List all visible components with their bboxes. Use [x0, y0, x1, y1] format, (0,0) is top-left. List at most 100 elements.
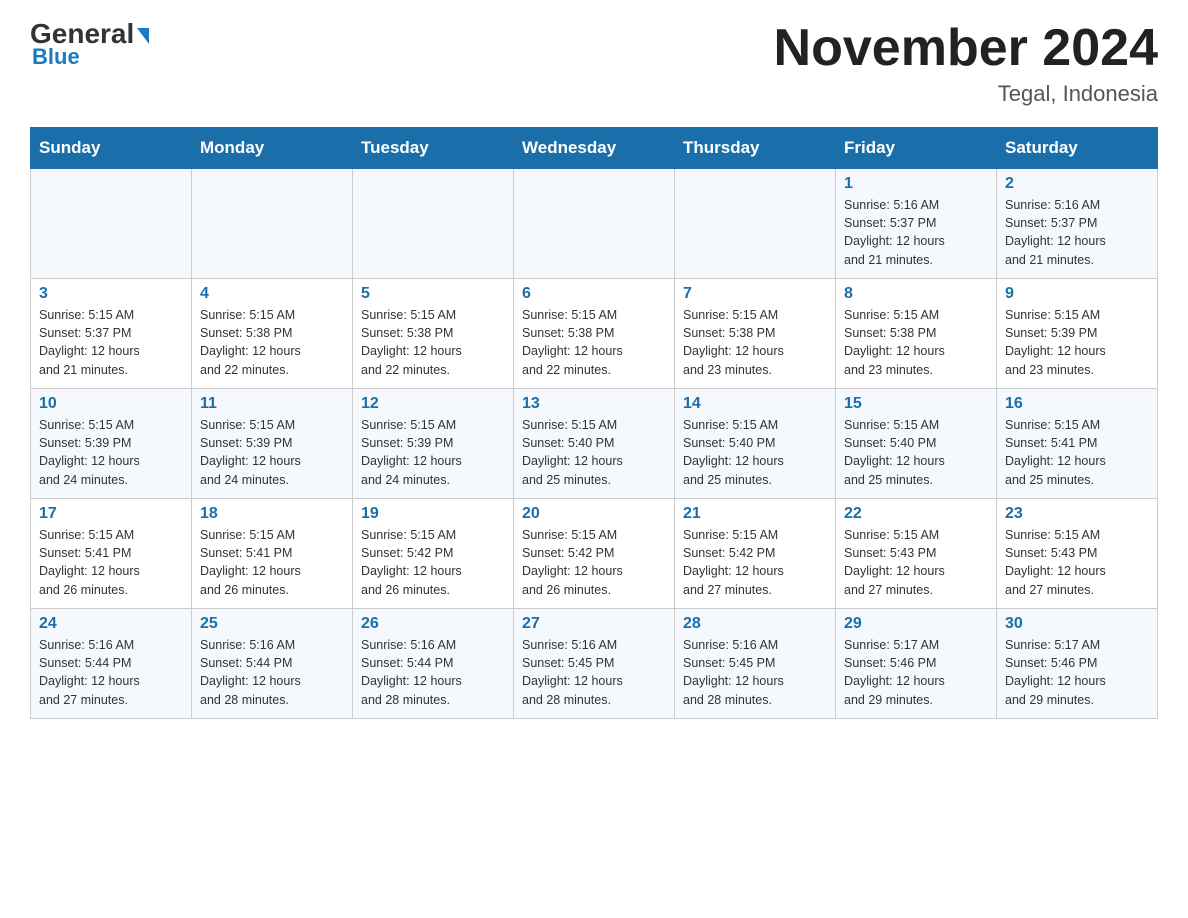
day-info: Sunrise: 5:15 AM Sunset: 5:43 PM Dayligh…	[1005, 526, 1149, 599]
day-number: 3	[39, 285, 183, 303]
day-header-sunday: Sunday	[31, 128, 192, 169]
day-number: 8	[844, 285, 988, 303]
day-cell: 3 Sunrise: 5:15 AM Sunset: 5:37 PM Daylig…	[31, 279, 192, 389]
day-number: 9	[1005, 285, 1149, 303]
calendar-table: SundayMondayTuesdayWednesdayThursdayFrid…	[30, 127, 1158, 719]
day-info: Sunrise: 5:15 AM Sunset: 5:39 PM Dayligh…	[39, 416, 183, 489]
day-info: Sunrise: 5:15 AM Sunset: 5:39 PM Dayligh…	[1005, 306, 1149, 379]
day-number: 29	[844, 615, 988, 633]
day-cell	[514, 169, 675, 279]
day-number: 6	[522, 285, 666, 303]
day-cell: 30 Sunrise: 5:17 AM Sunset: 5:46 PM Dayli…	[997, 609, 1158, 719]
day-info: Sunrise: 5:15 AM Sunset: 5:41 PM Dayligh…	[200, 526, 344, 599]
day-cell: 16 Sunrise: 5:15 AM Sunset: 5:41 PM Dayli…	[997, 389, 1158, 499]
title-block: November 2024 Tegal, Indonesia	[774, 20, 1158, 107]
day-cell: 1 Sunrise: 5:16 AM Sunset: 5:37 PM Daylig…	[836, 169, 997, 279]
day-header-tuesday: Tuesday	[353, 128, 514, 169]
day-info: Sunrise: 5:16 AM Sunset: 5:37 PM Dayligh…	[844, 196, 988, 269]
calendar-body: 1 Sunrise: 5:16 AM Sunset: 5:37 PM Daylig…	[31, 169, 1158, 719]
day-cell: 23 Sunrise: 5:15 AM Sunset: 5:43 PM Dayli…	[997, 499, 1158, 609]
day-number: 25	[200, 615, 344, 633]
day-info: Sunrise: 5:15 AM Sunset: 5:38 PM Dayligh…	[200, 306, 344, 379]
logo-bottom: Blue	[30, 44, 80, 70]
day-number: 18	[200, 505, 344, 523]
day-info: Sunrise: 5:16 AM Sunset: 5:44 PM Dayligh…	[361, 636, 505, 709]
day-cell: 11 Sunrise: 5:15 AM Sunset: 5:39 PM Dayli…	[192, 389, 353, 499]
day-number: 12	[361, 395, 505, 413]
day-number: 21	[683, 505, 827, 523]
day-cell: 15 Sunrise: 5:15 AM Sunset: 5:40 PM Dayli…	[836, 389, 997, 499]
day-cell: 29 Sunrise: 5:17 AM Sunset: 5:46 PM Dayli…	[836, 609, 997, 719]
logo: General Blue	[30, 20, 149, 70]
day-header-wednesday: Wednesday	[514, 128, 675, 169]
day-cell: 24 Sunrise: 5:16 AM Sunset: 5:44 PM Dayli…	[31, 609, 192, 719]
day-info: Sunrise: 5:15 AM Sunset: 5:41 PM Dayligh…	[1005, 416, 1149, 489]
day-cell: 17Sunrise: 5:15 AM Sunset: 5:41 PM Dayli…	[31, 499, 192, 609]
week-row-1: 1 Sunrise: 5:16 AM Sunset: 5:37 PM Daylig…	[31, 169, 1158, 279]
day-info: Sunrise: 5:16 AM Sunset: 5:37 PM Dayligh…	[1005, 196, 1149, 269]
day-info: Sunrise: 5:15 AM Sunset: 5:38 PM Dayligh…	[361, 306, 505, 379]
day-number: 15	[844, 395, 988, 413]
day-number: 24	[39, 615, 183, 633]
day-number: 13	[522, 395, 666, 413]
day-number: 1	[844, 175, 988, 193]
day-header-saturday: Saturday	[997, 128, 1158, 169]
day-info: Sunrise: 5:15 AM Sunset: 5:42 PM Dayligh…	[683, 526, 827, 599]
day-number: 14	[683, 395, 827, 413]
day-cell: 22 Sunrise: 5:15 AM Sunset: 5:43 PM Dayli…	[836, 499, 997, 609]
day-cell: 13 Sunrise: 5:15 AM Sunset: 5:40 PM Dayli…	[514, 389, 675, 499]
day-cell: 5 Sunrise: 5:15 AM Sunset: 5:38 PM Daylig…	[353, 279, 514, 389]
day-info: Sunrise: 5:17 AM Sunset: 5:46 PM Dayligh…	[844, 636, 988, 709]
day-cell: 9 Sunrise: 5:15 AM Sunset: 5:39 PM Daylig…	[997, 279, 1158, 389]
day-cell	[31, 169, 192, 279]
day-info: Sunrise: 5:15 AM Sunset: 5:37 PM Dayligh…	[39, 306, 183, 379]
day-cell: 26 Sunrise: 5:16 AM Sunset: 5:44 PM Dayli…	[353, 609, 514, 719]
day-cell: 28Sunrise: 5:16 AM Sunset: 5:45 PM Dayli…	[675, 609, 836, 719]
day-number: 30	[1005, 615, 1149, 633]
day-info: Sunrise: 5:15 AM Sunset: 5:40 PM Dayligh…	[683, 416, 827, 489]
day-cell: 20Sunrise: 5:15 AM Sunset: 5:42 PM Dayli…	[514, 499, 675, 609]
day-cell	[192, 169, 353, 279]
week-row-5: 24 Sunrise: 5:16 AM Sunset: 5:44 PM Dayli…	[31, 609, 1158, 719]
day-info: Sunrise: 5:15 AM Sunset: 5:42 PM Dayligh…	[522, 526, 666, 599]
week-row-3: 10 Sunrise: 5:15 AM Sunset: 5:39 PM Dayli…	[31, 389, 1158, 499]
day-cell: 18 Sunrise: 5:15 AM Sunset: 5:41 PM Dayli…	[192, 499, 353, 609]
day-header-monday: Monday	[192, 128, 353, 169]
day-info: Sunrise: 5:17 AM Sunset: 5:46 PM Dayligh…	[1005, 636, 1149, 709]
day-cell: 14 Sunrise: 5:15 AM Sunset: 5:40 PM Dayli…	[675, 389, 836, 499]
day-info: Sunrise: 5:15 AM Sunset: 5:42 PM Dayligh…	[361, 526, 505, 599]
day-cell: 25Sunrise: 5:16 AM Sunset: 5:44 PM Dayli…	[192, 609, 353, 719]
day-info: Sunrise: 5:15 AM Sunset: 5:40 PM Dayligh…	[844, 416, 988, 489]
month-title: November 2024	[774, 20, 1158, 77]
day-cell	[353, 169, 514, 279]
day-number: 10	[39, 395, 183, 413]
week-row-2: 3 Sunrise: 5:15 AM Sunset: 5:37 PM Daylig…	[31, 279, 1158, 389]
day-info: Sunrise: 5:16 AM Sunset: 5:44 PM Dayligh…	[39, 636, 183, 709]
day-cell: 6 Sunrise: 5:15 AM Sunset: 5:38 PM Daylig…	[514, 279, 675, 389]
day-info: Sunrise: 5:15 AM Sunset: 5:38 PM Dayligh…	[683, 306, 827, 379]
day-info: Sunrise: 5:16 AM Sunset: 5:45 PM Dayligh…	[683, 636, 827, 709]
day-cell: 4Sunrise: 5:15 AM Sunset: 5:38 PM Daylig…	[192, 279, 353, 389]
day-cell: 12 Sunrise: 5:15 AM Sunset: 5:39 PM Dayli…	[353, 389, 514, 499]
day-cell: 7 Sunrise: 5:15 AM Sunset: 5:38 PM Daylig…	[675, 279, 836, 389]
location: Tegal, Indonesia	[774, 81, 1158, 107]
day-info: Sunrise: 5:15 AM Sunset: 5:38 PM Dayligh…	[522, 306, 666, 379]
day-info: Sunrise: 5:16 AM Sunset: 5:45 PM Dayligh…	[522, 636, 666, 709]
day-number: 7	[683, 285, 827, 303]
day-cell: 2Sunrise: 5:16 AM Sunset: 5:37 PM Daylig…	[997, 169, 1158, 279]
day-cell: 19Sunrise: 5:15 AM Sunset: 5:42 PM Dayli…	[353, 499, 514, 609]
day-cell: 10 Sunrise: 5:15 AM Sunset: 5:39 PM Dayli…	[31, 389, 192, 499]
day-info: Sunrise: 5:15 AM Sunset: 5:39 PM Dayligh…	[361, 416, 505, 489]
day-number: 26	[361, 615, 505, 633]
day-cell: 21 Sunrise: 5:15 AM Sunset: 5:42 PM Dayli…	[675, 499, 836, 609]
day-number: 16	[1005, 395, 1149, 413]
day-number: 17	[39, 505, 183, 523]
day-info: Sunrise: 5:15 AM Sunset: 5:43 PM Dayligh…	[844, 526, 988, 599]
day-number: 11	[200, 395, 344, 413]
day-info: Sunrise: 5:15 AM Sunset: 5:40 PM Dayligh…	[522, 416, 666, 489]
day-number: 23	[1005, 505, 1149, 523]
day-cell: 8Sunrise: 5:15 AM Sunset: 5:38 PM Daylig…	[836, 279, 997, 389]
day-number: 5	[361, 285, 505, 303]
day-info: Sunrise: 5:15 AM Sunset: 5:39 PM Dayligh…	[200, 416, 344, 489]
day-number: 22	[844, 505, 988, 523]
